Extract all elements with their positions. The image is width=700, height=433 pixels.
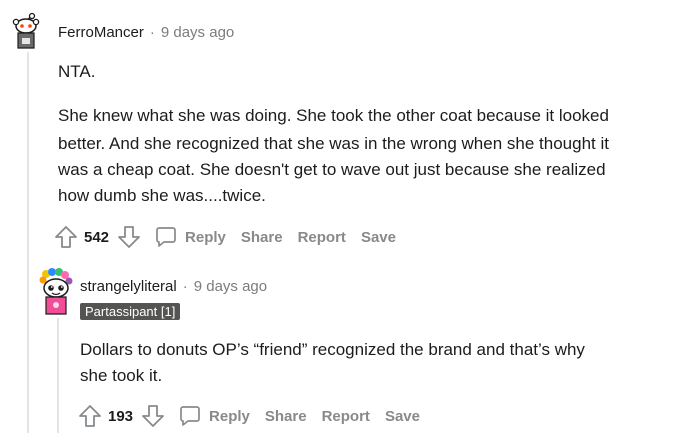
username[interactable]: strangelyliteral	[80, 278, 177, 295]
comment-actions: 193 Reply Share Report Save	[78, 401, 420, 431]
vote-score: 542	[84, 228, 110, 246]
timestamp[interactable]: 9 days ago	[161, 24, 234, 41]
meta-separator: ·	[182, 278, 188, 295]
thread-line-1[interactable]	[27, 52, 29, 433]
vote-controls: 193	[78, 404, 165, 428]
vote-controls: 542	[54, 225, 141, 249]
user-flair: Partassipant [1]	[80, 303, 181, 320]
report-button[interactable]: Report	[322, 408, 370, 425]
save-button[interactable]: Save	[361, 229, 396, 246]
snoo-avatar[interactable]	[36, 268, 76, 318]
vote-score: 193	[108, 407, 134, 425]
speech-bubble-icon	[180, 406, 200, 426]
arrow-down-icon[interactable]	[141, 404, 165, 428]
speech-bubble-icon	[156, 227, 176, 247]
comment-text-line: how dumb she was....twice.	[58, 186, 266, 205]
save-button[interactable]: Save	[385, 408, 420, 425]
reply-button[interactable]: Reply	[179, 405, 250, 427]
comment-actions: 542 Reply Share Report Save	[54, 222, 396, 252]
comment-text-line: She knew what she was doing. She took th…	[58, 106, 609, 125]
comment-text-line: better. And she recognized that she was …	[58, 134, 609, 153]
meta-separator: ·	[149, 24, 155, 41]
reply-button[interactable]: Reply	[155, 226, 226, 248]
comment-meta: FerroMancer · 9 days ago	[58, 24, 234, 41]
comment-text-line: was a cheap coat. She doesn't get to wav…	[58, 160, 606, 179]
timestamp[interactable]: 9 days ago	[194, 278, 267, 295]
share-button[interactable]: Share	[265, 408, 307, 425]
arrow-up-icon[interactable]	[54, 225, 78, 249]
comment-meta: strangelyliteral · 9 days ago	[80, 278, 267, 295]
share-button[interactable]: Share	[241, 229, 283, 246]
thread-line-2[interactable]	[57, 318, 59, 433]
comment-text-line: Dollars to donuts OP’s “friend” recogniz…	[80, 340, 585, 359]
username[interactable]: FerroMancer	[58, 24, 144, 41]
snoo-avatar[interactable]	[7, 12, 45, 50]
reply-label: Reply	[209, 407, 250, 425]
report-button[interactable]: Report	[298, 229, 346, 246]
arrow-down-icon[interactable]	[117, 225, 141, 249]
comment-text-line: she took it.	[80, 366, 163, 385]
arrow-up-icon[interactable]	[78, 404, 102, 428]
reply-label: Reply	[185, 228, 226, 246]
comment-text-line: NTA.	[58, 62, 96, 81]
